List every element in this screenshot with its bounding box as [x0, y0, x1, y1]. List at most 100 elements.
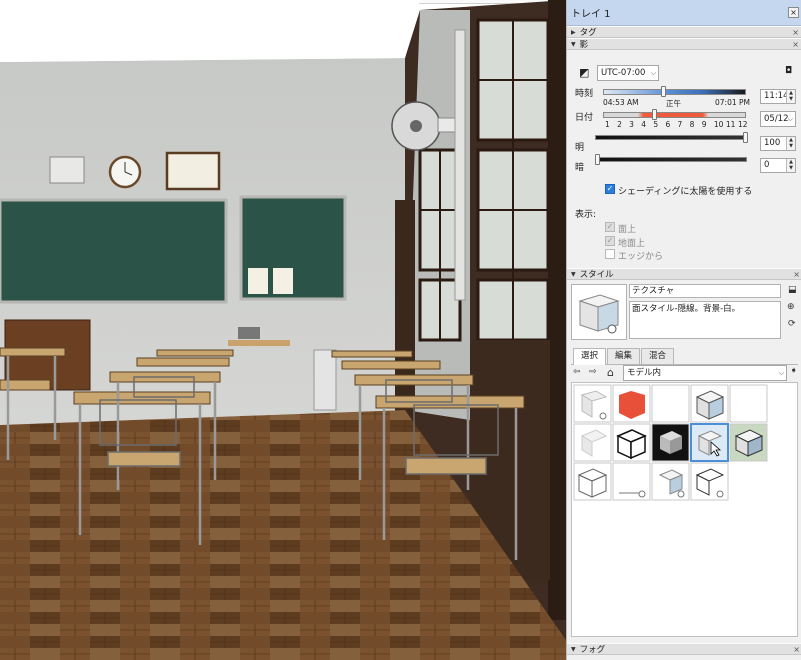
style-name-field[interactable]: テクスチャ [629, 284, 781, 298]
shadows-panel: ◩ UTC-07:00 ⌵ ◘ 時刻 04:53 AM 正午 07:01 PM 1… [567, 52, 801, 267]
speaker [49, 156, 85, 184]
from-edges-checkbox[interactable] [605, 249, 615, 259]
forward-arrow-icon[interactable]: ⇨ [589, 367, 597, 377]
details-toggle-icon[interactable]: ◘ [785, 66, 792, 76]
fog-section-label: フォグ [579, 645, 606, 655]
style-thumb [651, 462, 690, 501]
style-thumb [573, 462, 612, 501]
style-thumb [651, 423, 690, 462]
date-slider[interactable] [603, 112, 746, 118]
month-tick-label: 1 [605, 120, 610, 129]
tray-close-icon[interactable]: × [788, 7, 799, 18]
style-thumbnail-grid [573, 384, 768, 501]
month-tick-label: 5 [653, 120, 659, 129]
month-tick-label: 10 [713, 120, 724, 129]
default-tray: トレイ 1 × ▶ タグ × ▼ 影 × ◩ UTC-07:00 ⌵ ◘ 時刻 0… [566, 0, 801, 660]
style-thumb [612, 384, 651, 423]
style-tabs: 選択 編集 混合 [571, 348, 798, 365]
style-thumb [690, 384, 729, 423]
month-tick-labels: 1 2 3 4 5 6 7 8 9 10 11 12 [603, 120, 748, 130]
create-style-icon[interactable]: ⊕ [787, 302, 795, 312]
time-slider[interactable] [603, 89, 746, 95]
dark-input[interactable]: 0 ▲ ▼ [760, 158, 796, 173]
tags-section-header[interactable]: ▶ タグ × [567, 26, 801, 38]
details-arrow-icon[interactable]: ➧ [790, 366, 798, 376]
chevron-down-icon: ⌵ [787, 115, 793, 123]
chevron-down-icon: ⌵ [778, 369, 784, 377]
style-description-field[interactable]: 面スタイル-隠線。背景-白。 [629, 301, 781, 339]
close-icon[interactable]: × [793, 645, 800, 654]
timezone-dropdown[interactable]: UTC-07:00 ⌵ [597, 65, 659, 81]
month-tick-label: 11 [725, 120, 736, 129]
date-input[interactable]: 05/12 ⌵ [760, 111, 796, 127]
model-viewport[interactable] [0, 0, 566, 660]
tab-select[interactable]: 選択 [573, 348, 607, 365]
on-faces-checkbox[interactable]: ✓ [605, 222, 615, 232]
style-thumb [573, 384, 612, 423]
collapse-triangle-icon: ▼ [571, 270, 576, 278]
time-input[interactable]: 11:14 ▲ ▼ [760, 89, 796, 104]
close-icon[interactable]: × [792, 40, 799, 49]
light-slider-thumb[interactable] [743, 132, 748, 143]
tab-edit[interactable]: 編集 [607, 348, 641, 364]
update-style-icon[interactable]: ⬓ [788, 285, 797, 295]
on-ground-label: 地面上 [618, 239, 646, 249]
month-tick-label: 12 [738, 120, 748, 129]
on-ground-checkbox[interactable]: ✓ [605, 236, 615, 246]
chalkboard-left [0, 198, 228, 304]
framed-plaque [165, 151, 221, 191]
time-slider-thumb[interactable] [661, 86, 667, 97]
time-start-label: 04:53 AM [603, 98, 639, 107]
collection-dropdown[interactable]: モデル内 ⌵ [623, 365, 787, 381]
light-input[interactable]: 100 ▲ ▼ [760, 136, 796, 151]
style-thumbnail-area [571, 382, 798, 637]
month-tick-label: 7 [677, 120, 683, 129]
refresh-icon[interactable]: ⟳ [788, 319, 796, 329]
light-label: 明 [575, 143, 585, 153]
style-thumb [612, 423, 651, 462]
time-end-label: 07:01 PM [715, 98, 750, 107]
expand-triangle-icon: ▼ [571, 645, 576, 653]
light-slider[interactable] [595, 135, 747, 140]
tray-title-bar: トレイ 1 × [567, 0, 801, 26]
classroom-scene [0, 0, 566, 660]
dark-slider[interactable] [595, 157, 747, 162]
style-thumb [729, 423, 768, 462]
month-tick-label: 9 [701, 120, 707, 129]
style-thumb [690, 462, 729, 501]
month-tick-label: 3 [629, 120, 634, 129]
style-preview-thumbnail [571, 284, 627, 340]
shadows-section-label: 影 [579, 40, 589, 50]
time-label: 時刻 [575, 89, 594, 99]
close-icon[interactable]: × [792, 28, 799, 37]
collapse-triangle-icon: ▼ [571, 40, 576, 48]
use-sun-label: シェーディングに太陽を使用する [618, 187, 753, 197]
close-icon[interactable]: × [793, 270, 800, 279]
styles-section-header[interactable]: ▼ スタイル × [567, 268, 801, 280]
style-thumb [729, 384, 768, 423]
month-tick-label: 2 [617, 120, 622, 129]
home-icon[interactable]: ⌂ [607, 366, 614, 379]
chevron-down-icon: ⌵ [650, 69, 656, 77]
month-tick-label: 6 [665, 120, 671, 129]
dark-slider-thumb[interactable] [595, 154, 600, 165]
fog-section-header[interactable]: ▼ フォグ × [567, 643, 801, 655]
display-label: 表示: [575, 210, 597, 220]
style-thumb [573, 423, 612, 462]
tab-mix[interactable]: 混合 [641, 348, 675, 364]
expand-triangle-icon: ▶ [571, 28, 576, 36]
spinner-icon[interactable]: ▲ ▼ [786, 90, 795, 103]
shadow-toggle-icon[interactable]: ◩ [579, 66, 589, 79]
styles-section-label: スタイル [579, 270, 614, 280]
shadows-section-header[interactable]: ▼ 影 × [567, 38, 801, 50]
use-sun-checkbox[interactable]: ✓ [605, 184, 615, 194]
month-tick-label: 4 [641, 120, 647, 129]
style-cube-icon [578, 294, 620, 334]
tags-section-label: タグ [579, 28, 597, 38]
tray-title: トレイ 1 [571, 9, 611, 20]
back-arrow-icon[interactable]: ⇦ [573, 367, 581, 377]
spinner-icon[interactable]: ▲ ▼ [786, 159, 795, 172]
style-thumb-selected [690, 423, 729, 462]
spinner-icon[interactable]: ▲ ▼ [786, 137, 795, 150]
date-slider-thumb[interactable] [652, 109, 658, 120]
